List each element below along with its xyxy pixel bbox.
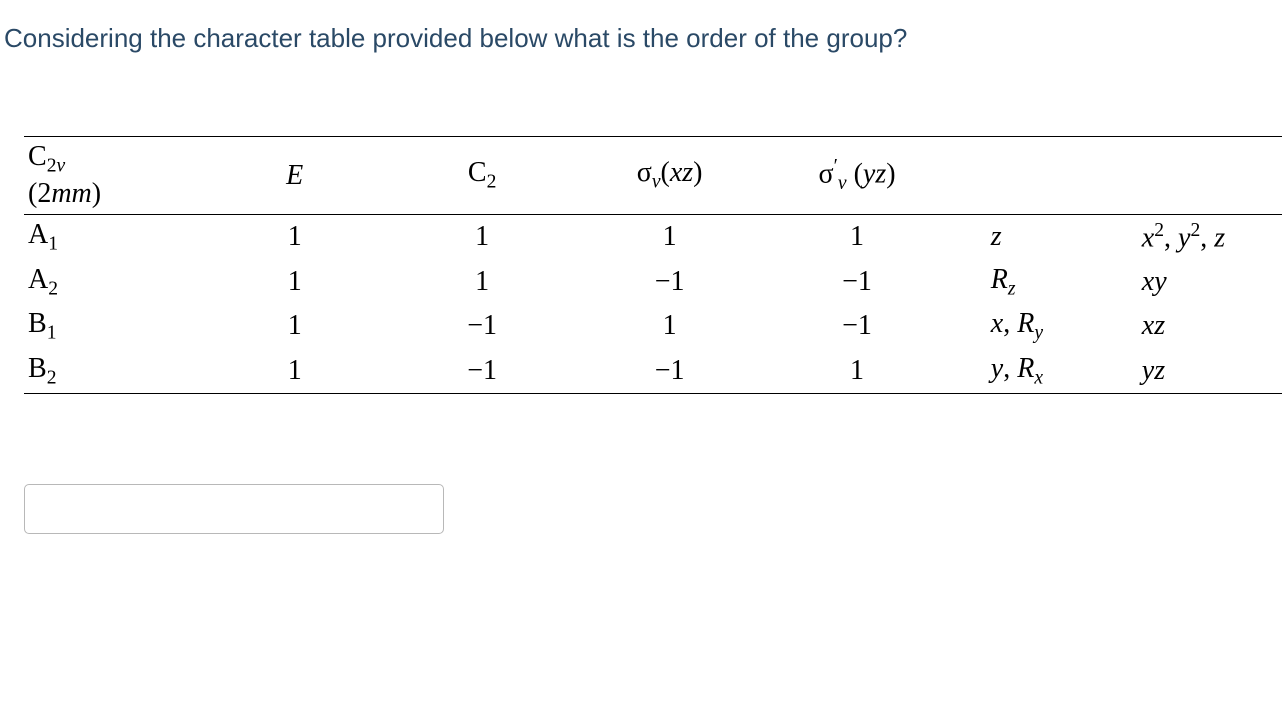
table-row: B1 1 −1 1 −1 x, Ry xz bbox=[24, 304, 1282, 349]
cell-quadratic: x2, y2, z bbox=[1128, 214, 1282, 259]
cell-value: −1 bbox=[388, 349, 575, 394]
col-header-linear bbox=[951, 137, 1128, 215]
cell-value: −1 bbox=[576, 260, 763, 305]
group-label-cell: C2v (2mm) bbox=[24, 137, 201, 215]
cell-value: 1 bbox=[201, 214, 388, 259]
irrep-label: A2 bbox=[24, 260, 201, 305]
table-row: A1 1 1 1 1 z x2, y2, z bbox=[24, 214, 1282, 259]
cell-value: 1 bbox=[576, 304, 763, 349]
cell-value: 1 bbox=[201, 304, 388, 349]
group-sublabel: (2mm) bbox=[28, 178, 101, 209]
cell-linear: z bbox=[951, 214, 1128, 259]
cell-linear: Rz bbox=[951, 260, 1128, 305]
cell-value: 1 bbox=[388, 260, 575, 305]
group-label: C2v bbox=[28, 141, 65, 172]
cell-linear: y, Rx bbox=[951, 349, 1128, 394]
cell-linear: x, Ry bbox=[951, 304, 1128, 349]
answer-container bbox=[24, 484, 1282, 534]
cell-value: 1 bbox=[763, 349, 950, 394]
table-row: B2 1 −1 −1 1 y, Rx yz bbox=[24, 349, 1282, 394]
cell-value: 1 bbox=[201, 260, 388, 305]
cell-quadratic: yz bbox=[1128, 349, 1282, 394]
cell-value: −1 bbox=[576, 349, 763, 394]
col-header-quadratic bbox=[1128, 137, 1282, 215]
question-text: Considering the character table provided… bbox=[4, 20, 1282, 56]
cell-value: 1 bbox=[763, 214, 950, 259]
table-row: A2 1 1 −1 −1 Rz xy bbox=[24, 260, 1282, 305]
cell-value: 1 bbox=[388, 214, 575, 259]
cell-value: 1 bbox=[201, 349, 388, 394]
col-header-sigma-v-yz: σ′v (yz) bbox=[763, 137, 950, 215]
character-table: C2v (2mm) E C2 σv(xz) σ′v (yz) A1 1 1 1 … bbox=[24, 136, 1282, 394]
irrep-label: B1 bbox=[24, 304, 201, 349]
col-header-C2: C2 bbox=[388, 137, 575, 215]
irrep-label: B2 bbox=[24, 349, 201, 394]
cell-quadratic: xy bbox=[1128, 260, 1282, 305]
col-header-sigma-v-xz: σv(xz) bbox=[576, 137, 763, 215]
cell-quadratic: xz bbox=[1128, 304, 1282, 349]
cell-value: −1 bbox=[763, 260, 950, 305]
col-header-E: E bbox=[201, 137, 388, 215]
cell-value: −1 bbox=[763, 304, 950, 349]
cell-value: −1 bbox=[388, 304, 575, 349]
cell-value: 1 bbox=[576, 214, 763, 259]
irrep-label: A1 bbox=[24, 214, 201, 259]
answer-input[interactable] bbox=[24, 484, 444, 534]
